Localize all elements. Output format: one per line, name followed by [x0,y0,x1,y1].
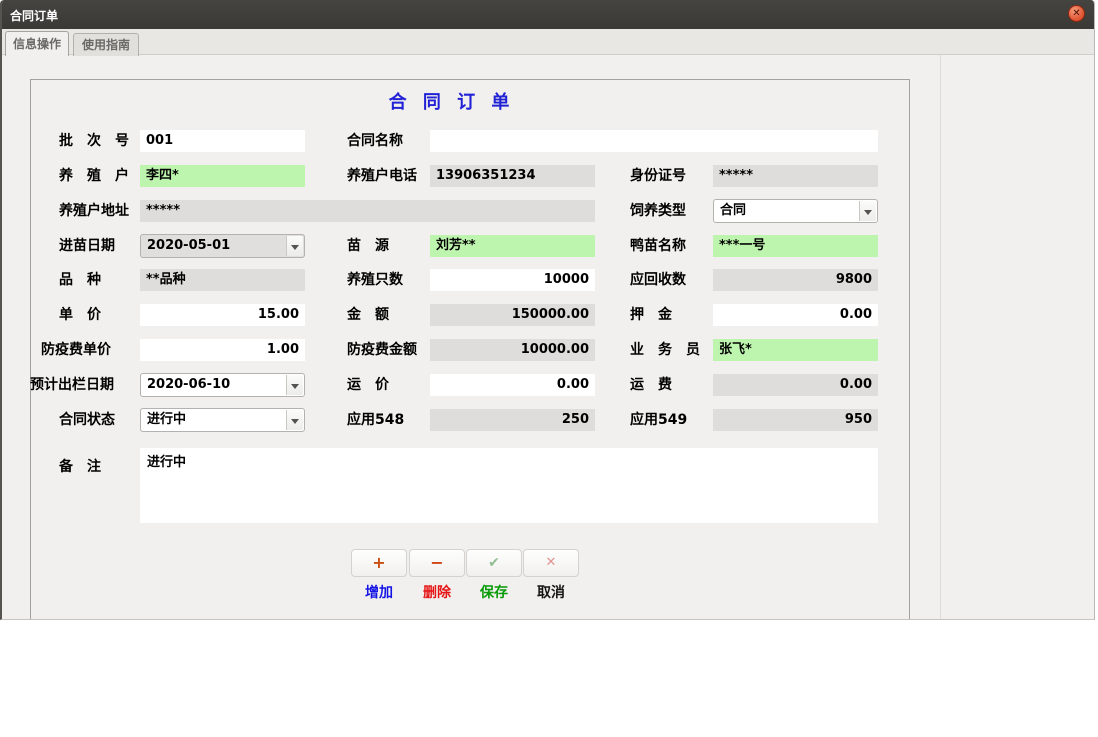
add-button-caption: 增加 [351,582,407,602]
seedling-source-input[interactable]: 刘芳** [430,235,595,257]
vaccine-amount-field: 10000.00 [430,339,595,361]
freight-price-input[interactable]: 0.00 [430,374,595,396]
unit-price-input[interactable]: 15.00 [140,304,305,326]
contract-name-label: 合同名称 [347,130,403,152]
deposit-input[interactable]: 0.00 [713,304,878,326]
chevron-down-icon [286,410,303,430]
remark-textarea[interactable]: 进行中 [140,448,878,523]
amount-field: 150000.00 [430,304,595,326]
feed-type-select[interactable]: 合同 [713,199,878,223]
form-title: 合 同 订 单 [32,88,909,114]
vaccine-unit-price-label: 防疫费单价 [41,339,111,361]
expected-out-date-select[interactable]: 2020-06-10 [140,373,305,397]
app549-field: 950 [713,409,878,431]
delete-button[interactable]: − [409,549,465,577]
contract-name-input[interactable] [430,130,878,152]
duckling-name-label: 鸭苗名称 [630,235,686,257]
batch-no-label: 批 次 号 [59,130,129,152]
x-icon: ✕ [524,550,578,576]
recovery-count-label: 应回收数 [630,269,686,291]
app548-field: 250 [430,409,595,431]
window-title: 合同订单 [10,7,58,24]
cancel-button-caption: 取消 [523,582,579,602]
vaccine-unit-price-input[interactable]: 1.00 [140,339,305,361]
seedling-date-select[interactable]: 2020-05-01 [140,234,305,258]
contract-status-select[interactable]: 进行中 [140,408,305,432]
contract-status-label: 合同状态 [59,409,115,431]
id-number-field: ***** [713,165,878,187]
delete-button-caption: 删除 [409,582,465,602]
batch-no-input[interactable]: 001 [140,130,305,152]
tab-user-guide[interactable]: 使用指南 [73,33,139,56]
farmer-phone-field: 13906351234 [430,165,595,187]
window-titlebar[interactable]: 合同订单 ✕ [0,0,1095,29]
app548-label: 应用548 [347,409,404,431]
freight-price-label: 运 价 [347,374,389,396]
remark-label: 备 注 [59,456,101,478]
breed-field: **品种 [140,269,305,291]
tab-bar: 信息操作 使用指南 [2,29,1094,55]
chevron-down-icon [286,375,303,395]
close-button[interactable]: ✕ [1068,5,1085,22]
deposit-label: 押 金 [630,304,672,326]
unit-price-label: 单 价 [59,304,101,326]
duckling-name-input[interactable]: ***一号 [713,235,878,257]
expected-out-date-label: 预计出栏日期 [30,374,114,396]
breed-label: 品 种 [59,269,101,291]
freight-field: 0.00 [713,374,878,396]
chevron-down-icon [286,236,303,256]
close-icon: ✕ [1069,6,1084,21]
add-button[interactable]: + [351,549,407,577]
app549-label: 应用549 [630,409,687,431]
minus-icon: − [410,550,464,576]
vaccine-amount-label: 防疫费金额 [347,339,417,361]
seedling-source-label: 苗 源 [347,235,389,257]
farmer-phone-label: 养殖户电话 [347,165,417,187]
save-button[interactable]: ✔ [466,549,522,577]
salesman-label: 业 务 员 [630,339,700,361]
plus-icon: + [352,550,406,576]
salesman-input[interactable]: 张飞* [713,339,878,361]
cancel-button[interactable]: ✕ [523,549,579,577]
app-window: 合同订单 ✕ 信息操作 使用指南 合 同 订 单 批 次 号 001 合同名称 … [0,0,1095,620]
recovery-count-field: 9800 [713,269,878,291]
amount-label: 金 额 [347,304,389,326]
feed-type-label: 饲养类型 [630,200,686,222]
screen: 合同订单 ✕ 信息操作 使用指南 合 同 订 单 批 次 号 001 合同名称 … [0,0,1098,737]
farmer-label: 养 殖 户 [59,165,129,187]
save-button-caption: 保存 [466,582,522,602]
quantity-label: 养殖只数 [347,269,403,291]
farmer-address-field: ***** [140,200,595,222]
farmer-input[interactable]: 李四* [140,165,305,187]
farmer-address-label: 养殖户地址 [59,200,129,222]
id-number-label: 身份证号 [630,165,686,187]
freight-label: 运 费 [630,374,672,396]
check-icon: ✔ [467,550,521,576]
seedling-date-label: 进苗日期 [59,235,115,257]
tab-info-operations[interactable]: 信息操作 [5,31,69,56]
quantity-input[interactable]: 10000 [430,269,595,291]
panel-divider [940,55,941,619]
chevron-down-icon [859,201,876,221]
